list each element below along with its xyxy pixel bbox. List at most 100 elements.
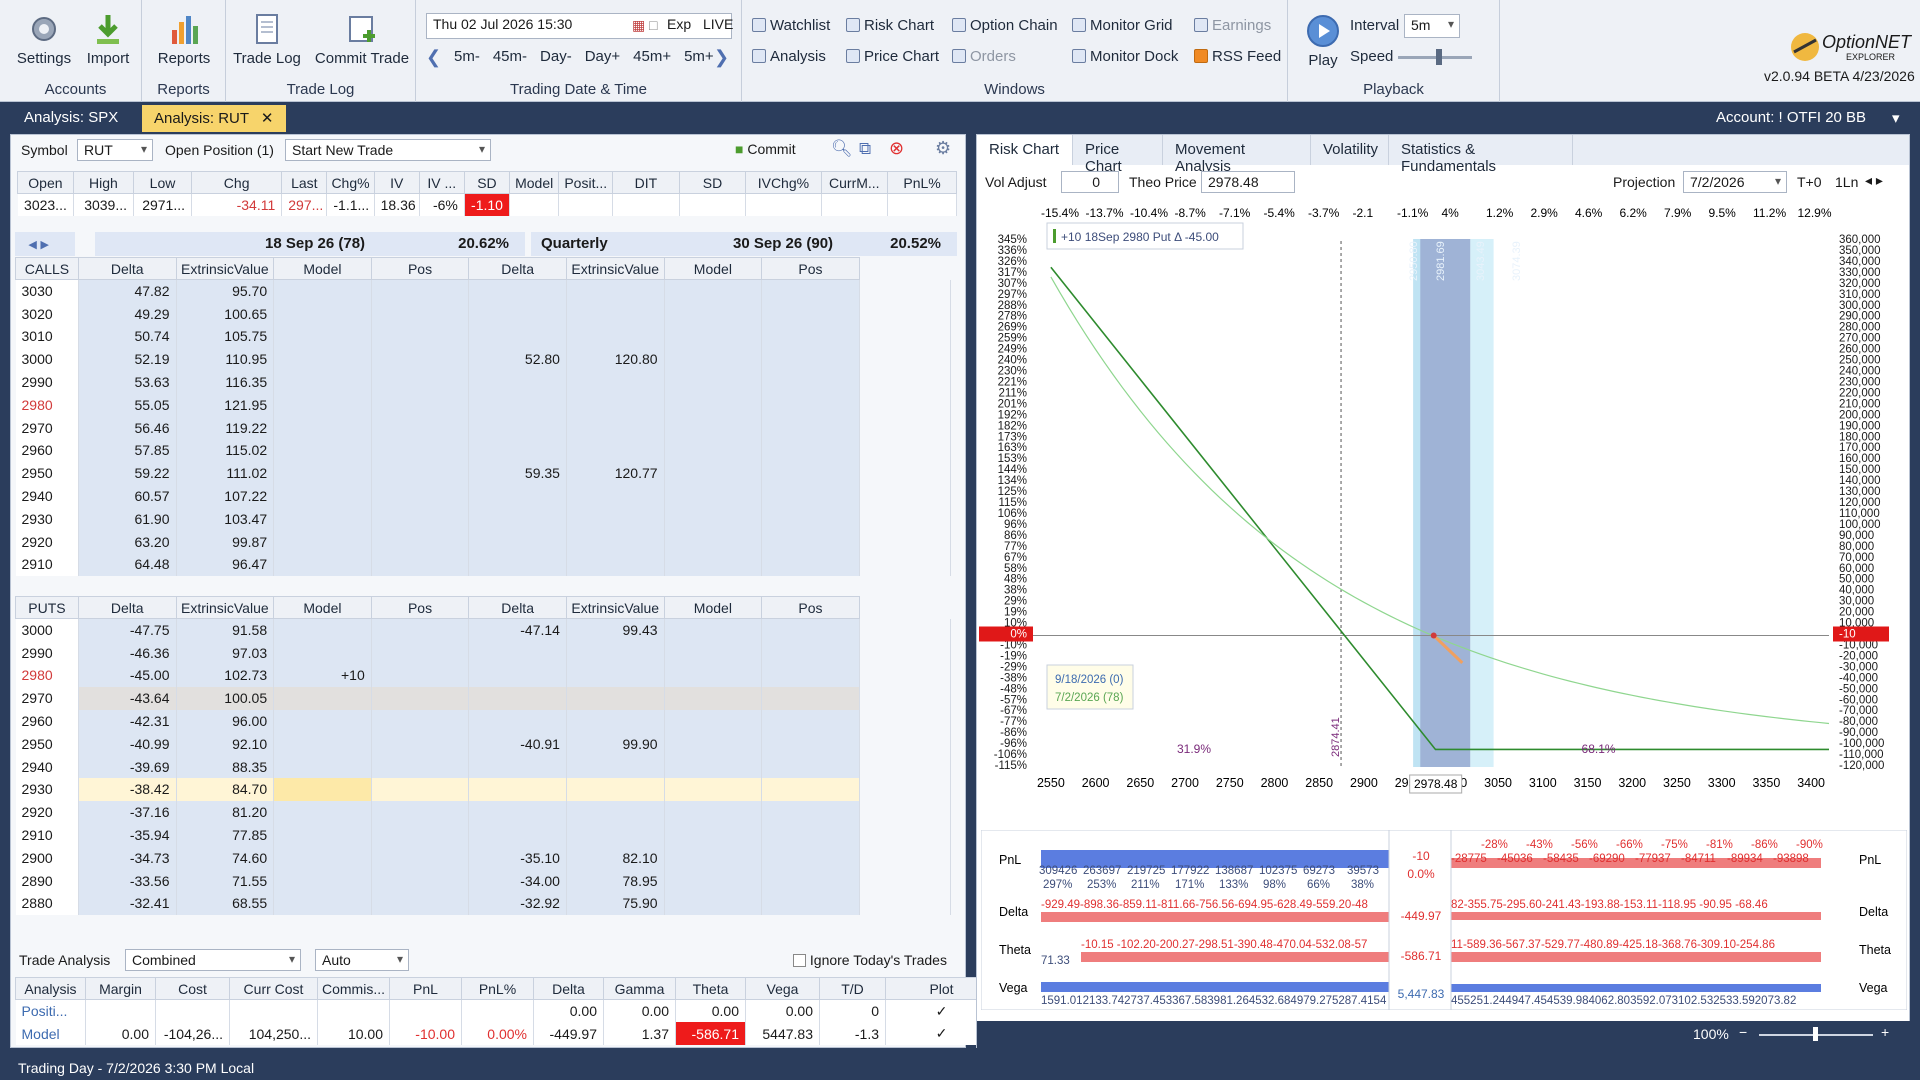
quote-header[interactable]: CurrM... — [820, 171, 889, 194]
time-step-button[interactable]: 45m+ — [633, 48, 671, 65]
commit-trade-button[interactable]: Commit Trade — [312, 12, 412, 67]
trade-analysis-select[interactable]: Combined — [125, 949, 301, 971]
scroll-gutter[interactable] — [859, 416, 952, 440]
chain-row[interactable]: 2930 61.90 103.47 — [15, 507, 952, 531]
account-label[interactable]: Account: ! OTFI 20 BB — [1704, 105, 1878, 132]
symbol-select[interactable]: RUT — [77, 139, 153, 161]
quote-header[interactable]: Chg% — [326, 171, 375, 194]
reports-button[interactable]: Reports — [152, 12, 216, 67]
chain-row[interactable]: 2940 -39.69 88.35 — [15, 755, 952, 779]
scroll-gutter[interactable] — [859, 325, 952, 348]
model-cell[interactable] — [664, 393, 763, 417]
interval-select[interactable]: 5m — [1404, 14, 1460, 38]
scroll-gutter[interactable] — [859, 641, 952, 665]
quote-header[interactable]: IV — [373, 171, 420, 194]
scroll-gutter[interactable] — [859, 370, 952, 394]
scroll-gutter[interactable] — [859, 553, 952, 576]
model-cell[interactable] — [273, 618, 372, 642]
chain-col-header[interactable]: ExtrinsicValue — [565, 596, 665, 619]
step-forward-icon[interactable]: ❯ — [714, 47, 729, 68]
quote-header[interactable]: DIT — [612, 171, 680, 194]
model-cell[interactable] — [664, 530, 763, 554]
model-cell[interactable] — [664, 279, 763, 303]
zoom-out-icon[interactable]: − — [1739, 1024, 1747, 1040]
analysis-col-header[interactable]: Curr Cost — [229, 977, 318, 1000]
model-cell[interactable] — [664, 439, 763, 462]
chain-col-header[interactable]: Model — [663, 596, 763, 619]
expiry-nav-icons[interactable]: ◂ ▸ — [15, 232, 75, 256]
right-tab[interactable]: Volatility — [1311, 135, 1389, 165]
analysis-col-header[interactable]: Gamma — [603, 977, 676, 1000]
scroll-gutter[interactable] — [859, 439, 952, 462]
risk-chart-button[interactable]: Risk Chart — [846, 17, 934, 34]
quote-header[interactable]: IV ... — [418, 171, 465, 194]
chain-col-header[interactable]: Pos — [761, 257, 860, 280]
model-cell[interactable] — [664, 507, 763, 531]
quote-header[interactable]: SD — [463, 171, 510, 194]
model-cell[interactable] — [273, 393, 372, 417]
analysis-col-header[interactable]: Margin — [85, 977, 156, 1000]
analysis-col-header[interactable]: Vega — [745, 977, 820, 1000]
scroll-gutter[interactable] — [859, 755, 952, 779]
analysis-col-header[interactable]: Delta — [533, 977, 604, 1000]
scroll-gutter[interactable] — [859, 686, 952, 710]
model-cell[interactable] — [273, 800, 372, 824]
model-cell[interactable] — [273, 641, 372, 665]
scroll-gutter[interactable] — [859, 461, 952, 485]
chain-row[interactable]: 2940 60.57 107.22 — [15, 484, 952, 508]
model-cell[interactable] — [273, 507, 372, 531]
model-cell[interactable]: +10 — [273, 664, 372, 687]
ignore-trades-checkbox[interactable]: Ignore Today's Trades — [793, 952, 947, 968]
scroll-gutter[interactable] — [859, 302, 952, 326]
search-icon[interactable]: 🔍︎ — [831, 139, 853, 159]
model-cell[interactable] — [273, 279, 372, 303]
watchlist-button[interactable]: Watchlist — [752, 17, 830, 34]
chain-col-header[interactable]: Model — [273, 257, 372, 280]
chain-row[interactable]: 2930 -38.42 84.70 — [15, 778, 952, 801]
chain-col-header[interactable]: ExtrinsicValue — [175, 257, 275, 280]
analysis-col-header[interactable]: Commis... — [317, 977, 390, 1000]
model-cell[interactable] — [664, 370, 763, 394]
checkbox-box[interactable] — [793, 954, 806, 967]
settings-button[interactable]: Settings — [16, 12, 72, 67]
scroll-gutter[interactable] — [859, 279, 952, 303]
model-cell[interactable] — [664, 325, 763, 348]
exp-checkbox[interactable]: □ — [649, 17, 657, 33]
chain-row[interactable]: 3010 50.74 105.75 — [15, 325, 952, 348]
scroll-gutter[interactable] — [859, 709, 952, 733]
model-cell[interactable] — [273, 778, 372, 801]
scroll-gutter[interactable] — [859, 823, 952, 847]
calendar-icon[interactable]: ▦ — [632, 17, 645, 34]
import-button[interactable]: Import — [80, 12, 136, 67]
model-cell[interactable] — [664, 416, 763, 440]
model-cell[interactable] — [664, 302, 763, 326]
scroll-gutter[interactable] — [859, 618, 952, 642]
time-step-button[interactable]: 45m- — [493, 48, 527, 65]
chain-col-header[interactable]: ExtrinsicValue — [175, 596, 275, 619]
quote-header[interactable]: Low — [133, 171, 193, 194]
chain-row[interactable]: 2950 59.22 111.02 59.35 120.77 — [15, 461, 952, 485]
quote-header[interactable]: Model — [508, 171, 560, 194]
model-cell[interactable] — [273, 869, 372, 893]
chain-row[interactable]: 2960 -42.31 96.00 — [15, 709, 952, 733]
option-chain-button[interactable]: Option Chain — [952, 17, 1058, 34]
trading-date-field[interactable]: Thu 02 Jul 2026 15:30 ▦ □ Exp LIVE — [426, 13, 733, 39]
model-cell[interactable] — [664, 823, 763, 847]
chain-row[interactable]: 2890 -33.56 71.55 -34.00 78.95 — [15, 869, 952, 893]
settings-icon[interactable]: ⚙ — [935, 138, 951, 159]
model-cell[interactable] — [273, 439, 372, 462]
chain-row[interactable]: 2970 56.46 119.22 — [15, 416, 952, 440]
analysis-row[interactable]: Positi... 0.00 0.00 0.00 0.00 0 ✓ — [15, 999, 998, 1023]
scroll-gutter[interactable] — [859, 732, 952, 756]
chain-col-header[interactable]: Delta — [468, 596, 567, 619]
model-cell[interactable] — [664, 732, 763, 756]
quote-header[interactable]: PnL% — [887, 171, 957, 194]
rss-feed-button[interactable]: RSS Feed — [1194, 48, 1281, 65]
scroll-gutter[interactable] — [859, 347, 952, 371]
time-step-button[interactable]: Day+ — [585, 48, 620, 65]
analysis-col-header[interactable]: Cost — [155, 977, 230, 1000]
commit-button[interactable]: ■ Commit — [735, 141, 796, 157]
zoom-slider-thumb[interactable] — [1813, 1027, 1818, 1041]
tab-analysis-spx[interactable]: Analysis: SPX — [12, 105, 130, 132]
chain-col-header[interactable]: Pos — [370, 257, 470, 280]
